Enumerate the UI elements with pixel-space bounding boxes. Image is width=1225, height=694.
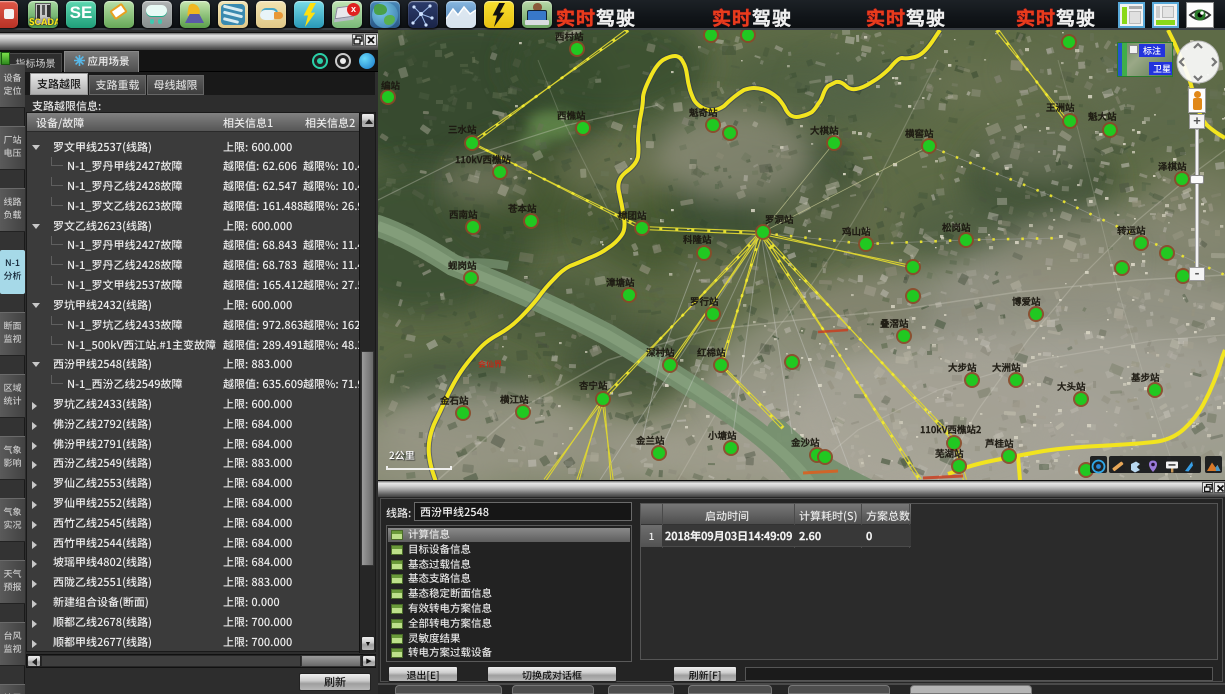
svg-text:王洲站: 王洲站: [1046, 100, 1075, 114]
svg-text:蚬岗站: 蚬岗站: [448, 258, 477, 272]
svg-text:金兰站: 金兰站: [635, 433, 665, 447]
svg-text:西村站: 西村站: [555, 30, 584, 43]
svg-text:樟团站: 樟团站: [617, 208, 647, 222]
svg-text:基步站: 基步站: [1130, 370, 1160, 384]
svg-text:苍本站: 苍本站: [507, 201, 537, 215]
svg-text:鸡山站: 鸡山站: [841, 224, 871, 238]
svg-text:魁大站: 魁大站: [1088, 109, 1117, 123]
svg-text:大步站: 大步站: [947, 360, 977, 374]
svg-text:罗洞站: 罗洞站: [765, 212, 794, 226]
svg-text:编站: 编站: [381, 78, 401, 92]
svg-text:漳塘站: 漳塘站: [606, 275, 635, 289]
svg-text:金石站: 金石站: [439, 393, 469, 407]
svg-text:三水站: 三水站: [448, 122, 477, 136]
svg-text:大头站: 大头站: [1056, 379, 1086, 393]
svg-text:西南站: 西南站: [449, 207, 478, 221]
svg-text:罗行站: 罗行站: [690, 294, 719, 308]
svg-text:金沙站: 金沙站: [790, 435, 820, 449]
svg-text:小塘站: 小塘站: [707, 428, 737, 442]
svg-text:芦桂站: 芦桂站: [985, 436, 1014, 450]
svg-text:横窖站: 横窖站: [904, 126, 934, 140]
svg-text:会仙界: 会仙界: [478, 359, 502, 370]
svg-text:泽棋站: 泽棋站: [1157, 159, 1187, 173]
svg-text:大洲站: 大洲站: [991, 360, 1021, 374]
svg-text:大棋站: 大棋站: [809, 123, 839, 137]
svg-text:西樵站: 西樵站: [557, 108, 586, 122]
svg-text:芜湖站: 芜湖站: [934, 446, 964, 460]
svg-text:深村站: 深村站: [646, 345, 675, 359]
svg-text:杏宁站: 杏宁站: [578, 378, 608, 392]
svg-text:叠滘站: 叠滘站: [880, 316, 909, 330]
svg-text:魁奇站: 魁奇站: [689, 105, 718, 119]
svg-text:红棉站: 红棉站: [696, 345, 726, 359]
svg-text:110kV西樵站2: 110kV西樵站2: [920, 422, 982, 436]
svg-text:博爱站: 博爱站: [1012, 294, 1041, 308]
svg-text:科隆站: 科隆站: [682, 232, 712, 246]
svg-text:松岗站: 松岗站: [942, 220, 971, 234]
svg-text:110kV西樵站: 110kV西樵站: [455, 152, 511, 166]
svg-text:横江站: 横江站: [499, 392, 529, 406]
svg-text:转运站: 转运站: [1117, 223, 1146, 237]
